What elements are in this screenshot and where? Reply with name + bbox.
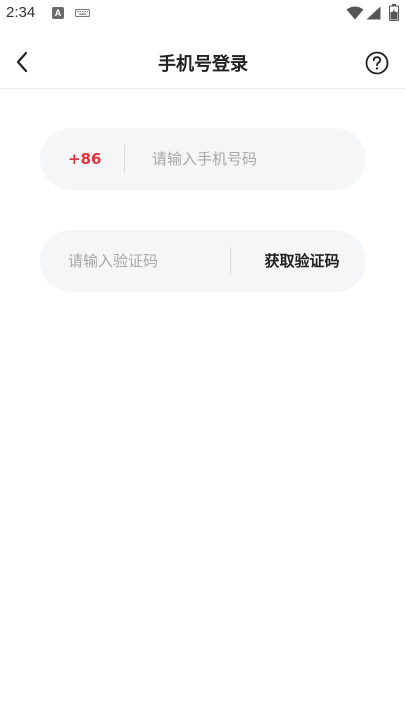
page-title: 手机号登录 — [158, 54, 248, 75]
phone-number-input[interactable] — [152, 144, 348, 174]
keyboard-icon — [75, 9, 90, 17]
verification-code-field: 获取验证码 — [40, 230, 366, 292]
phone-field-divider — [124, 145, 125, 173]
header: 手机号登录 — [0, 36, 406, 89]
status-time: 2:34 — [6, 4, 36, 21]
cell-signal-icon — [366, 6, 381, 20]
phone-number-field: +86 — [40, 128, 366, 190]
country-code-selector[interactable]: +86 — [68, 128, 101, 190]
code-field-divider — [230, 247, 231, 275]
notification-a-icon: A — [52, 7, 64, 19]
help-button[interactable] — [364, 50, 390, 76]
status-bar: 2:34 A — [0, 0, 406, 28]
battery-icon — [389, 4, 399, 21]
verification-code-input[interactable] — [68, 246, 218, 276]
get-code-button[interactable]: 获取验证码 — [246, 230, 358, 292]
question-circle-icon — [365, 51, 389, 75]
wifi-icon — [346, 6, 364, 20]
